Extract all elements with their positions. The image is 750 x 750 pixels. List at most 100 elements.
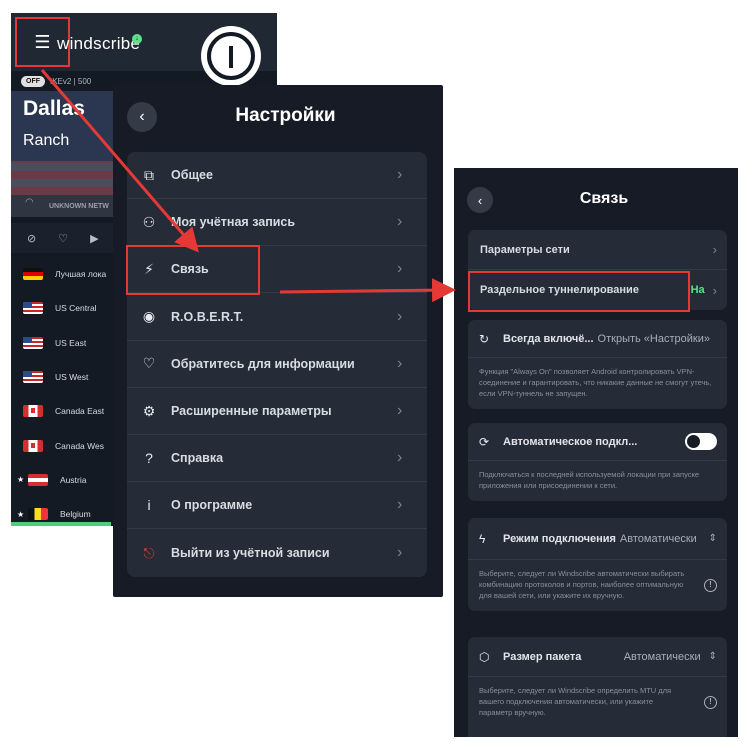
chevron-right-icon: › bbox=[397, 402, 403, 419]
always-on-label: Всегда включё... bbox=[503, 332, 594, 345]
connect-mode-card: ϟ Режим подключения Автоматически ⇕ Выбе… bbox=[468, 518, 727, 611]
select-arrows-icon: ⇕ bbox=[708, 533, 717, 544]
settings-item[interactable]: ◉ R.O.B.E.R.T. › bbox=[127, 294, 427, 341]
flag-icon bbox=[28, 473, 48, 486]
settings-item[interactable]: ⚇ Моя учётная запись › bbox=[127, 199, 427, 247]
chevron-right-icon: › bbox=[397, 496, 403, 514]
robert-icon: ◉ bbox=[142, 308, 156, 325]
page-title: Связь bbox=[579, 190, 629, 207]
open-settings-link[interactable]: Открыть «Настройки» bbox=[598, 333, 710, 345]
packet-size-row[interactable]: ⬡ Размер пакета Автоматически ⇕ bbox=[468, 637, 727, 677]
premium-star-icon: ★ bbox=[17, 509, 25, 519]
play-icon[interactable]: ▶ bbox=[90, 232, 98, 245]
settings-item[interactable]: i О программе › bbox=[127, 482, 427, 530]
chevron-right-icon: › bbox=[397, 213, 403, 231]
location-name: Canada Wes bbox=[55, 440, 104, 451]
flag-icon bbox=[23, 371, 43, 384]
settings-item-label: Общее bbox=[171, 168, 213, 182]
status-badge: OFF bbox=[21, 75, 45, 87]
connect-button[interactable] bbox=[201, 26, 261, 86]
location-name: Belgium bbox=[60, 509, 91, 520]
highlight-box bbox=[126, 245, 260, 295]
refresh-icon: ↻ bbox=[479, 331, 490, 346]
description-text: Выберите, следует ли Windscribe определи… bbox=[479, 686, 672, 717]
location-name: US West bbox=[55, 372, 89, 383]
flag-icon bbox=[23, 268, 43, 281]
location-name: US East bbox=[55, 337, 87, 348]
power-icon bbox=[207, 32, 255, 80]
auto-connect-toggle[interactable] bbox=[685, 433, 717, 450]
chevron-right-icon: › bbox=[712, 242, 717, 257]
info-icon[interactable]: ! bbox=[704, 578, 717, 592]
item-label: Параметры сети bbox=[480, 243, 570, 256]
chevron-right-icon: › bbox=[397, 307, 403, 325]
settings-item-label: R.O.B.E.R.T. bbox=[171, 309, 244, 324]
location-name: Austria bbox=[60, 474, 87, 485]
connect-mode-description: Выберите, следует ли Windscribe автомати… bbox=[468, 560, 727, 611]
always-on-description: Функция "Always On" позволяет Android ко… bbox=[479, 367, 712, 398]
settings-item[interactable]: ⎋ Выйти из учётной записи › bbox=[127, 530, 427, 577]
info-icon: i bbox=[147, 497, 151, 514]
connection-panel: ‹ Связь Параметры сети › Раздельное тунн… bbox=[454, 168, 738, 737]
gear-icon: ⚙ bbox=[142, 402, 156, 419]
select-arrows-icon: ⇕ bbox=[708, 651, 717, 662]
logout-icon: ⎋ bbox=[143, 544, 155, 561]
always-on-card: ↻ Всегда включё... Открыть «Настройки» Ф… bbox=[468, 320, 727, 409]
lightning-icon: ϟ bbox=[479, 531, 486, 546]
location-name: US Central bbox=[55, 303, 97, 314]
scroll-indicator bbox=[11, 522, 111, 526]
chevron-right-icon: › bbox=[397, 449, 403, 467]
connect-mode-value: Автоматически bbox=[619, 532, 697, 545]
packet-size-description: Выберите, следует ли Windscribe определи… bbox=[468, 677, 727, 728]
help-icon: ? bbox=[145, 450, 153, 467]
settings-list: ⧉ Общее › ⚇ Моя учётная запись › ⚡ Связь › ◉ R.O.B… bbox=[127, 152, 427, 577]
chevron-right-icon: › bbox=[397, 260, 403, 278]
flag-icon bbox=[23, 439, 43, 452]
flag-icon bbox=[28, 508, 48, 521]
menu-icon: ☰ bbox=[34, 31, 51, 52]
city-name: Dallas bbox=[23, 97, 85, 120]
auto-connect-description: Подключаться к последней используемой ло… bbox=[479, 470, 700, 490]
network-params-item[interactable]: Параметры сети › bbox=[468, 230, 727, 270]
user-icon: ⚇ bbox=[142, 213, 156, 230]
auto-connect-label: Автоматическое подкл... bbox=[503, 435, 638, 448]
favorite-icon[interactable]: ♡ bbox=[58, 232, 68, 245]
settings-item-label: Моя учётная запись bbox=[171, 215, 296, 230]
connect-mode-row[interactable]: ϟ Режим подключения Автоматически ⇕ bbox=[468, 518, 727, 560]
highlight-box bbox=[468, 271, 690, 312]
settings-item-label: Обратитесь для информации bbox=[171, 356, 355, 371]
packet-size-value: Автоматически bbox=[623, 650, 701, 663]
auto-connect-icon: ⟳ bbox=[479, 434, 490, 449]
settings-item[interactable]: ♡ Обратитесь для информации › bbox=[127, 341, 427, 388]
auto-connect-card: ⟳ Автоматическое подкл... Подключаться к… bbox=[468, 423, 727, 501]
description-text: Выберите, следует ли Windscribe автомати… bbox=[479, 569, 685, 600]
status-row: OFF IKEv2 | 500 bbox=[21, 75, 91, 87]
compass-icon[interactable]: ⊘ bbox=[27, 232, 36, 245]
settings-item[interactable]: ⧉ Общее › bbox=[127, 152, 427, 199]
heart-icon: ♡ bbox=[142, 355, 156, 372]
info-icon[interactable]: ! bbox=[704, 695, 717, 709]
chevron-right-icon: › bbox=[397, 544, 403, 562]
location-name: Canada East bbox=[55, 406, 105, 417]
premium-star-icon: ★ bbox=[17, 475, 25, 485]
brand-logo: windscribe bbox=[57, 34, 141, 53]
packet-size-card: ⬡ Размер пакета Автоматически ⇕ Выберите… bbox=[468, 637, 727, 737]
protocol-label: IKEv2 | 500 bbox=[50, 76, 92, 86]
page-title: Настройки bbox=[235, 105, 336, 126]
location-name: Лучшая лока bbox=[55, 269, 107, 280]
always-on-row[interactable]: ↻ Всегда включё... Открыть «Настройки» bbox=[468, 320, 727, 358]
connect-mode-label: Режим подключения bbox=[503, 532, 616, 545]
settings-panel: ‹ Настройки ⧉ Общее › ⚇ Моя учётная запись › ⚡… bbox=[113, 85, 443, 597]
node-name: Ranch bbox=[23, 132, 70, 149]
badge-icon: ↓ bbox=[132, 34, 142, 44]
settings-item[interactable]: ? Справка › bbox=[127, 435, 427, 483]
flag-icon bbox=[23, 302, 43, 315]
settings-item-label: Расширенные параметры bbox=[171, 404, 332, 418]
chevron-right-icon: › bbox=[397, 166, 403, 183]
split-tunnel-value: На bbox=[690, 284, 705, 296]
settings-item[interactable]: ⚙ Расширенные параметры › bbox=[127, 388, 427, 435]
wifi-icon: ◠ bbox=[25, 197, 34, 208]
chevron-right-icon: › bbox=[712, 282, 717, 298]
packet-size-label: Размер пакета bbox=[503, 650, 582, 663]
flag-icon bbox=[23, 336, 43, 349]
